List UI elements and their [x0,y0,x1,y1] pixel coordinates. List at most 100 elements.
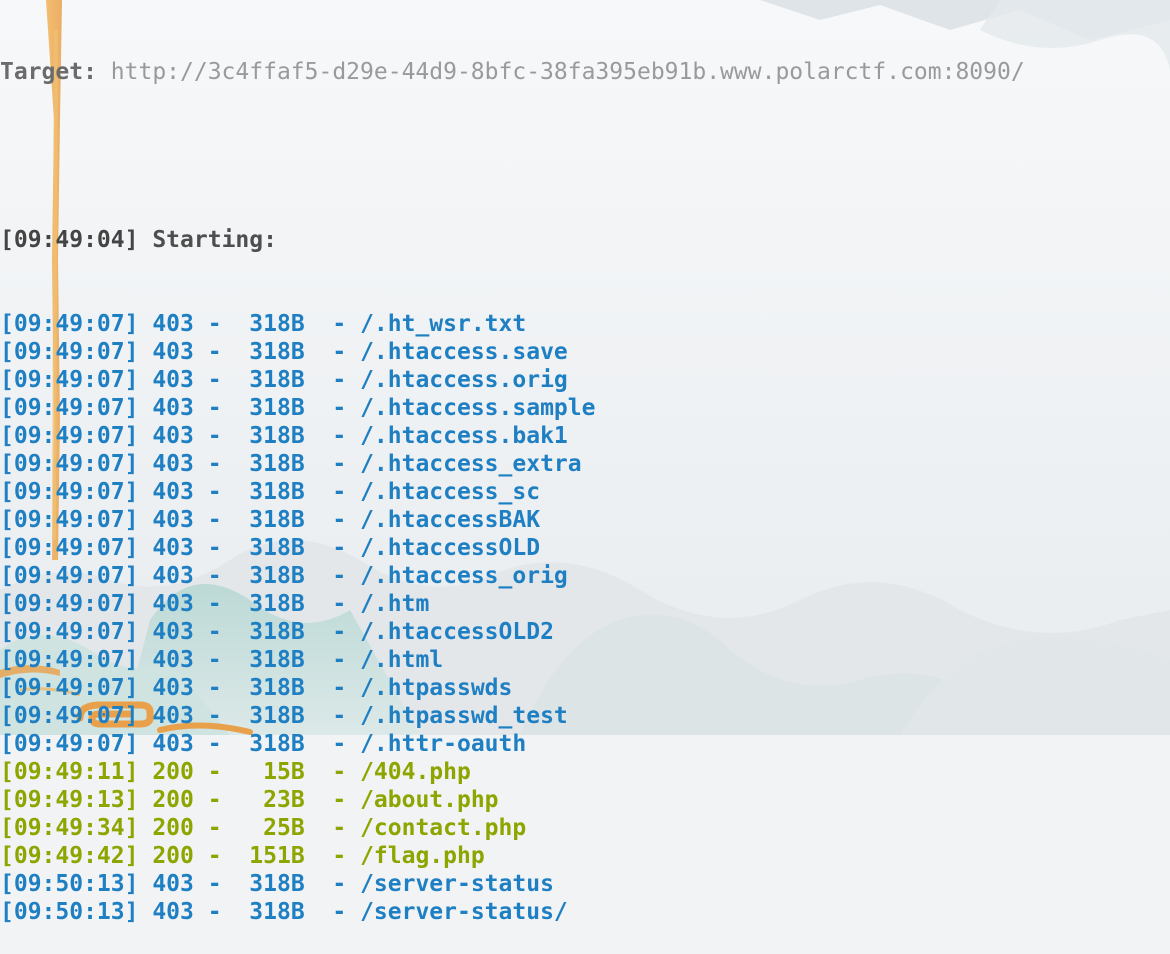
separator: - [304,395,361,421]
result-row: [09:49:07] 403 - 318B - /.htaccess_extra [0,450,1170,478]
result-path: /.htpasswds [360,675,513,701]
result-row: [09:49:42] 200 - 151B - /flag.php [0,842,1170,870]
response-size: 318B [221,703,305,729]
timestamp: [09:49:07] [0,451,139,477]
timestamp: [09:49:07] [0,395,139,421]
timestamp: [09:49:07] [0,703,139,729]
separator: - [304,451,361,477]
timestamp: [09:49:07] [0,507,139,533]
result-path: /.htaccess.sample [360,395,596,421]
response-size: 25B [221,815,305,841]
result-path: /.htm [360,591,430,617]
status-code: 403 - [138,367,222,393]
status-code: 403 - [138,619,222,645]
response-size: 318B [221,311,305,337]
timestamp: [09:49:04] [0,227,139,253]
status-code: 403 - [138,731,222,757]
result-row: [09:49:07] 403 - 318B - /.htaccessBAK [0,506,1170,534]
timestamp: [09:49:42] [0,843,139,869]
result-row: [09:49:07] 403 - 318B - /.ht_wsr.txt [0,310,1170,338]
result-path: /contact.php [360,815,527,841]
status-code: 200 - [138,815,222,841]
separator: - [304,703,361,729]
separator: - [304,339,361,365]
status-code: 403 - [138,563,222,589]
result-row: [09:49:11] 200 - 15B - /404.php [0,758,1170,786]
result-row: [09:49:07] 403 - 318B - /.htaccess_orig [0,562,1170,590]
status-code: 403 - [138,535,222,561]
separator: - [304,591,361,617]
status-code: 403 - [138,423,222,449]
response-size: 318B [221,339,305,365]
status-code: 403 - [138,703,222,729]
result-path: /.htaccessOLD [360,535,541,561]
timestamp: [09:50:13] [0,899,139,925]
timestamp: [09:50:13] [0,871,139,897]
response-size: 318B [221,899,305,925]
terminal-output: Target: http://3c4ffaf5-d29e-44d9-8bfc-3… [0,2,1170,925]
separator: - [304,367,361,393]
timestamp: [09:49:07] [0,647,139,673]
separator: - [304,815,361,841]
timestamp: [09:49:07] [0,675,139,701]
status-code: 403 - [138,871,222,897]
timestamp: [09:49:07] [0,731,139,757]
status-code: 403 - [138,899,222,925]
result-row: [09:49:07] 403 - 318B - /.html [0,646,1170,674]
response-size: 318B [221,451,305,477]
timestamp: [09:49:11] [0,759,139,785]
result-path: /.html [360,647,444,673]
status-code: 403 - [138,311,222,337]
separator: - [304,899,361,925]
result-path: /.htaccess.save [360,339,568,365]
status-code: 403 - [138,507,222,533]
result-row: [09:50:13] 403 - 318B - /server-status/ [0,898,1170,926]
result-row: [09:49:07] 403 - 318B - /.htpasswds [0,674,1170,702]
separator: - [304,619,361,645]
result-row: [09:49:13] 200 - 23B - /about.php [0,786,1170,814]
separator: - [304,535,361,561]
response-size: 318B [221,619,305,645]
result-row: [09:49:07] 403 - 318B - /.htpasswd_test [0,702,1170,730]
response-size: 318B [221,591,305,617]
target-line: Target: http://3c4ffaf5-d29e-44d9-8bfc-3… [0,58,1170,86]
result-row: [09:49:07] 403 - 318B - /.htaccess_sc [0,478,1170,506]
response-size: 318B [221,535,305,561]
response-size: 318B [221,675,305,701]
status-code: 403 - [138,647,222,673]
status-code: 200 - [138,787,222,813]
separator: - [304,731,361,757]
status-code: 403 - [138,339,222,365]
response-size: 15B [221,759,305,785]
separator: - [304,787,361,813]
target-label: Target: [0,59,111,85]
result-path: /.htaccessOLD2 [360,619,554,645]
result-path: /about.php [360,787,499,813]
separator: - [304,647,361,673]
result-row: [09:50:13] 403 - 318B - /server-status [0,870,1170,898]
response-size: 151B [221,843,305,869]
separator: - [304,871,361,897]
status-code: 403 - [138,395,222,421]
result-path: /.httr-oauth [360,731,527,757]
status-code: 200 - [138,843,222,869]
separator: - [304,759,361,785]
response-size: 318B [221,507,305,533]
response-size: 318B [221,563,305,589]
starting-line: [09:49:04] Starting: [0,226,1170,254]
separator: - [304,479,361,505]
timestamp: [09:49:07] [0,339,139,365]
result-row: [09:49:07] 403 - 318B - /.htaccess.orig [0,366,1170,394]
result-row: [09:49:07] 403 - 318B - /.htaccess.bak1 [0,422,1170,450]
result-path: /.ht_wsr.txt [360,311,527,337]
result-path: /.htaccess_sc [360,479,541,505]
response-size: 318B [221,731,305,757]
timestamp: [09:49:07] [0,423,139,449]
result-path: /.htaccess.bak1 [360,423,568,449]
timestamp: [09:49:07] [0,563,139,589]
separator: - [304,675,361,701]
timestamp: [09:49:07] [0,311,139,337]
result-path: /404.php [360,759,471,785]
result-row: [09:49:07] 403 - 318B - /.htaccessOLD [0,534,1170,562]
